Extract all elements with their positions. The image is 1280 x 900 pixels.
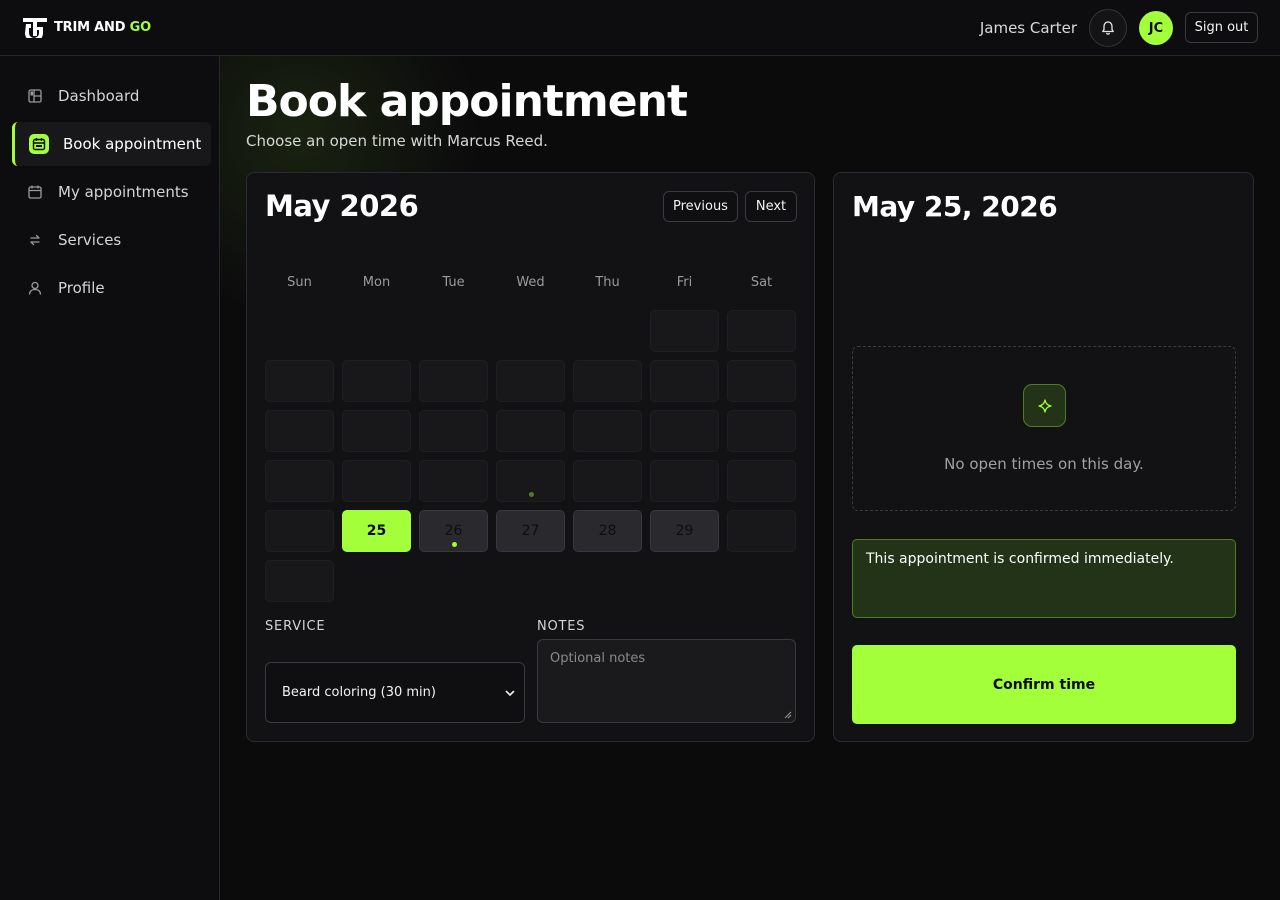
weekday-thu: Thu	[595, 275, 620, 290]
service-label: SERVICE	[265, 619, 326, 634]
confirm-time-button[interactable]: Confirm time	[852, 645, 1236, 724]
calendar-day	[650, 460, 719, 502]
calendar-day	[419, 460, 488, 502]
calendar-day	[342, 460, 411, 502]
notes-textarea[interactable]: Optional notes	[537, 639, 796, 723]
calendar-day	[265, 460, 334, 502]
day-number: 26	[444, 523, 463, 539]
calendar-day	[419, 410, 488, 452]
sidebar-item-profile[interactable]: Profile	[12, 266, 211, 310]
service-select-value: Beard coloring (30 min)	[282, 685, 436, 700]
calendar-day	[573, 460, 642, 502]
weekday-sun: Sun	[287, 275, 312, 290]
empty-state-message: No open times on this day.	[944, 455, 1144, 473]
calendar-day	[650, 310, 719, 352]
calendar-day	[727, 510, 796, 552]
calendar-day	[727, 410, 796, 452]
calendar-day	[650, 360, 719, 402]
sidebar-item-services[interactable]: Services	[12, 218, 211, 262]
weekday-tue: Tue	[442, 275, 465, 290]
sidebar-item-label: Book appointment	[63, 135, 202, 153]
calendar-day	[342, 360, 411, 402]
sidebar-item-label: My appointments	[58, 183, 189, 201]
top-bar: TRIM AND GO James Carter JC Sign out	[0, 0, 1280, 56]
brand-logo[interactable]: TRIM AND GO	[22, 16, 151, 38]
calendar-day	[727, 460, 796, 502]
calendar-day-29[interactable]: 29	[650, 510, 719, 552]
calendar-card: May 2026 Previous Next Sun Mon Tue Wed T…	[246, 172, 815, 742]
dashboard-icon	[26, 87, 44, 105]
day-panel-card: May 25, 2026 No open times on this day. …	[833, 172, 1254, 742]
calendar-day	[650, 410, 719, 452]
resize-handle-icon[interactable]	[784, 711, 792, 719]
bell-icon	[1102, 21, 1114, 35]
sidebar: Dashboard Book appointment My appointmen…	[0, 56, 220, 900]
weekday-mon: Mon	[362, 275, 391, 290]
calendar-icon	[26, 183, 44, 201]
calendar-day	[727, 360, 796, 402]
user-icon	[26, 279, 44, 297]
sidebar-item-label: Profile	[58, 279, 105, 297]
sidebar-item-label: Dashboard	[58, 87, 140, 105]
availability-dot	[452, 542, 457, 547]
chevron-down-icon	[505, 690, 515, 696]
calendar-day	[496, 360, 565, 402]
page-title: Book appointment	[246, 76, 688, 127]
calendar-day-27[interactable]: 27	[496, 510, 565, 552]
sidebar-item-book-appointment[interactable]: Book appointment	[12, 122, 211, 166]
sparkle-icon	[1037, 398, 1052, 413]
notifications-button[interactable]	[1089, 9, 1127, 47]
calendar-day	[265, 510, 334, 552]
sparkle-badge	[1023, 384, 1066, 427]
notes-placeholder: Optional notes	[550, 651, 646, 666]
swap-icon	[26, 231, 44, 249]
calendar-day	[496, 410, 565, 452]
calendar-day	[573, 410, 642, 452]
avatar[interactable]: JC	[1139, 11, 1173, 45]
calendar-day	[265, 560, 334, 602]
calendar-day-28[interactable]: 28	[573, 510, 642, 552]
weekday-fri: Fri	[676, 275, 693, 290]
sidebar-item-label: Services	[58, 231, 122, 249]
calendar-day	[727, 310, 796, 352]
sidebar-item-dashboard[interactable]: Dashboard	[12, 74, 211, 118]
calendar-day	[419, 360, 488, 402]
logo-icon	[23, 18, 47, 38]
availability-dot	[529, 492, 534, 497]
weekday-sat: Sat	[750, 275, 773, 290]
calendar-book-icon	[29, 134, 49, 154]
brand-name: TRIM AND GO	[54, 19, 151, 35]
selected-date-title: May 25, 2026	[852, 190, 1058, 223]
user-name: James Carter	[979, 19, 1077, 37]
calendar-day	[265, 360, 334, 402]
next-month-button[interactable]: Next	[745, 191, 797, 222]
page-subtitle: Choose an open time with Marcus Reed.	[246, 132, 548, 150]
month-title: May 2026	[265, 189, 419, 223]
calendar-day	[496, 460, 565, 502]
calendar-day	[265, 410, 334, 452]
previous-month-button[interactable]: Previous	[663, 191, 738, 222]
sign-out-button[interactable]: Sign out	[1185, 12, 1258, 43]
calendar-day	[573, 360, 642, 402]
calendar-day	[342, 410, 411, 452]
empty-state: No open times on this day.	[852, 346, 1236, 511]
confirmation-notice: This appointment is confirmed immediatel…	[852, 539, 1236, 618]
calendar-day-selected[interactable]: 25	[342, 510, 411, 552]
notes-label: NOTES	[537, 619, 586, 634]
service-select[interactable]: Beard coloring (30 min)	[265, 662, 525, 723]
calendar-day-26[interactable]: 26	[419, 510, 488, 552]
weekday-wed: Wed	[516, 275, 545, 290]
sidebar-item-my-appointments[interactable]: My appointments	[12, 170, 211, 214]
